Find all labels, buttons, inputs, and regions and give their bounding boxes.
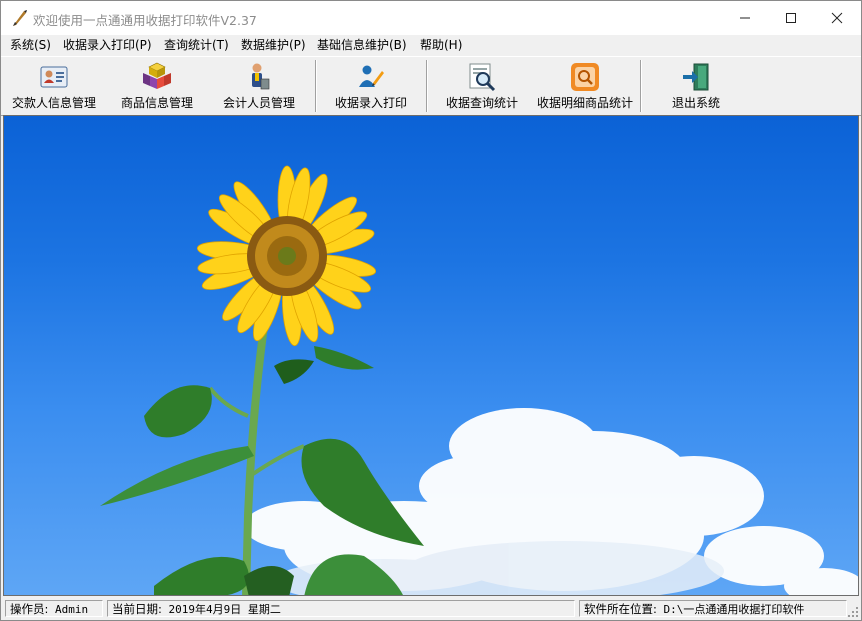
close-icon [831,12,843,24]
exit-label: 退出系统 [671,96,720,110]
close-button[interactable] [814,1,860,35]
toolbar-separator [315,60,317,112]
maximize-icon [786,13,796,23]
receipt-query-label: 收据查询统计 [445,96,518,110]
receipt-entry-icon [359,65,384,87]
accountant-label: 会计人员管理 [222,96,295,110]
menu-help[interactable]: 帮助(H) [420,37,462,53]
quill-pen-icon [13,10,27,26]
date-value: 2019年4月9日 星期二 [168,603,281,616]
title-bar[interactable]: 欢迎使用一点通通用收据打印软件V2.37 [1,1,861,35]
product-info-button[interactable]: 商品信息管理 [111,57,203,115]
date-panel: 当前日期: 2019年4月9日 星期二 [107,600,575,617]
maximize-button[interactable] [768,1,814,35]
exit-door-icon [683,63,709,91]
menu-query-stats[interactable]: 查询统计(T) [164,37,229,53]
product-boxes-icon [143,62,171,89]
menu-bar: 系统(S) 收据录入打印(P) 查询统计(T) 数据维护(P) 基础信息维护(B… [1,35,861,55]
minimize-button[interactable] [722,1,768,35]
status-bar: 操作员: Admin 当前日期: 2019年4月9日 星期二 软件所在位置: D… [1,598,861,620]
detail-stats-label: 收据明细商品统计 [536,96,633,110]
menu-system[interactable]: 系统(S) [10,37,51,53]
menu-receipt-print[interactable]: 收据录入打印(P) [63,37,152,53]
toolbar-separator [426,60,428,112]
receipt-query-icon [469,63,496,92]
background-image [3,115,859,596]
toolbar-separator [640,60,642,112]
window-title: 欢迎使用一点通通用收据打印软件V2.37 [33,13,257,28]
toolbar: 交款人信息管理 商品信息管理 会计人员管理 收据录入打印 收据查询统计 收据明细… [1,56,861,116]
operator-value: Admin [55,603,89,616]
detail-search-icon [571,63,599,91]
payer-card-icon [40,66,68,88]
exit-button[interactable]: 退出系统 [649,57,743,115]
location-label: 软件所在位置: [584,602,657,616]
product-info-label: 商品信息管理 [120,96,193,110]
receipt-query-button[interactable]: 收据查询统计 [435,57,529,115]
sunflower-image [100,165,858,595]
location-panel: 软件所在位置: D:\一点通通用收据打印软件 [579,600,847,617]
receipt-entry-button[interactable]: 收据录入打印 [324,57,418,115]
accountant-person-icon [252,63,270,90]
menu-data-maintenance[interactable]: 数据维护(P) [241,37,306,53]
operator-label: 操作员: [10,602,49,616]
app-window: 欢迎使用一点通通用收据打印软件V2.37 系统(S) 收据录入打印(P) 查询统… [0,0,862,621]
payer-info-button[interactable]: 交款人信息管理 [7,57,101,115]
operator-panel: 操作员: Admin [5,600,103,617]
resize-grip-icon[interactable] [847,606,859,618]
receipt-entry-label: 收据录入打印 [334,96,407,110]
date-label: 当前日期: [112,602,162,616]
minimize-icon [740,17,750,19]
menu-basic-info[interactable]: 基础信息维护(B) [317,37,407,53]
payer-info-label: 交款人信息管理 [11,96,96,110]
accountant-button[interactable]: 会计人员管理 [213,57,305,115]
detail-stats-button[interactable]: 收据明细商品统计 [533,57,637,115]
location-value: D:\一点通通用收据打印软件 [663,603,805,616]
